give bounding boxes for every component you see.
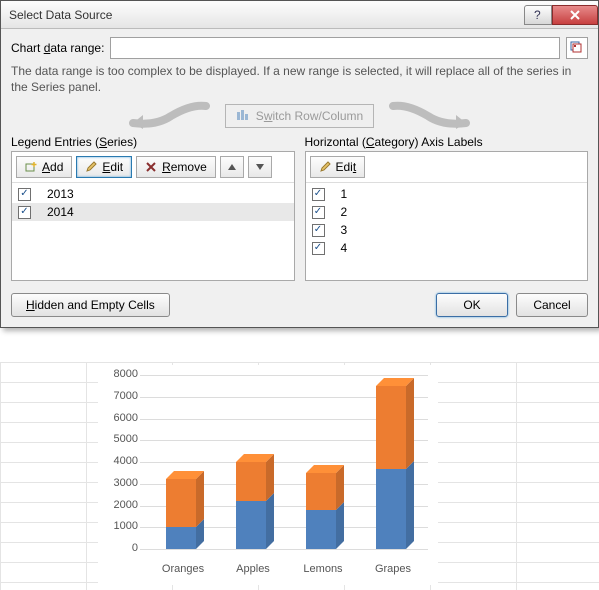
- edit-category-button[interactable]: Edit: [310, 156, 366, 178]
- ytick-label: 1000: [102, 520, 138, 532]
- legend-entries-label: Legend Entries (Series): [11, 135, 295, 149]
- series-listbox[interactable]: Add Edit Remove: [11, 151, 295, 281]
- xtick-label: Oranges: [148, 563, 218, 575]
- remove-series-button[interactable]: Remove: [136, 156, 216, 178]
- add-icon: [25, 161, 37, 173]
- ytick-label: 3000: [102, 477, 138, 489]
- bar-segment[interactable]: [236, 462, 274, 501]
- range-note-text: The data range is too complex to be disp…: [11, 63, 588, 95]
- move-down-button[interactable]: [248, 156, 272, 178]
- checkbox[interactable]: ✓: [312, 188, 325, 201]
- close-button[interactable]: [552, 5, 598, 25]
- ytick-label: 4000: [102, 455, 138, 467]
- collapse-dialog-button[interactable]: [566, 37, 588, 59]
- embedded-chart[interactable]: 0 1000 2000 3000 4000 5000 6000 7000 8000 Orange…: [98, 365, 438, 585]
- list-item-label: 1: [335, 187, 348, 201]
- bar-segment[interactable]: [376, 469, 414, 549]
- xtick-label: Grapes: [358, 563, 428, 575]
- chart-plot-area: [148, 375, 428, 549]
- bar-segment[interactable]: [166, 479, 204, 527]
- bar-segment[interactable]: [306, 473, 344, 510]
- remove-icon: [145, 161, 157, 173]
- category-listbox[interactable]: Edit ✓1✓2✓3✓4: [305, 151, 589, 281]
- list-item[interactable]: ✓ 2014: [12, 203, 294, 221]
- add-series-button[interactable]: Add: [16, 156, 72, 178]
- svg-text:?: ?: [534, 9, 541, 21]
- triangle-up-icon: [227, 162, 237, 172]
- edit-icon: [85, 161, 97, 173]
- chart-data-range-input[interactable]: [110, 37, 560, 59]
- ytick-label: 5000: [102, 433, 138, 445]
- arrow-left-icon: [121, 101, 211, 131]
- move-up-button[interactable]: [220, 156, 244, 178]
- list-item[interactable]: ✓3: [306, 221, 588, 239]
- edit-icon: [319, 161, 331, 173]
- arrow-right-icon: [388, 101, 478, 131]
- select-data-source-dialog: Select Data Source ? Chart data range: T…: [0, 0, 599, 328]
- dialog-titlebar: Select Data Source ?: [1, 1, 598, 29]
- xtick-label: Lemons: [288, 563, 358, 575]
- ytick-label: 7000: [102, 390, 138, 402]
- ytick-label: 2000: [102, 499, 138, 511]
- edit-series-button[interactable]: Edit: [76, 156, 132, 178]
- checkbox[interactable]: ✓: [18, 188, 31, 201]
- list-item[interactable]: ✓1: [306, 185, 588, 203]
- ytick-label: 8000: [102, 368, 138, 380]
- list-item[interactable]: ✓ 2013: [12, 185, 294, 203]
- bar-segment[interactable]: [376, 386, 414, 469]
- list-item[interactable]: ✓4: [306, 239, 588, 257]
- dialog-title: Select Data Source: [9, 8, 524, 22]
- bar-segment[interactable]: [306, 510, 344, 549]
- ytick-label: 6000: [102, 412, 138, 424]
- checkbox[interactable]: ✓: [312, 224, 325, 237]
- list-item-label: 4: [335, 241, 348, 255]
- category-axis-label: Horizontal (Category) Axis Labels: [305, 135, 589, 149]
- triangle-down-icon: [255, 162, 265, 172]
- ok-button[interactable]: OK: [436, 293, 508, 317]
- switch-icon: [236, 109, 250, 123]
- xtick-label: Apples: [218, 563, 288, 575]
- checkbox[interactable]: ✓: [312, 242, 325, 255]
- list-item-label: 2: [335, 205, 348, 219]
- list-item-label: 2013: [41, 187, 74, 201]
- list-item-label: 2014: [41, 205, 74, 219]
- list-item-label: 3: [335, 223, 348, 237]
- bar-segment[interactable]: [236, 501, 274, 549]
- chart-data-range-label: Chart data range:: [11, 41, 104, 55]
- help-button[interactable]: ?: [524, 5, 552, 25]
- checkbox[interactable]: ✓: [312, 206, 325, 219]
- hidden-empty-cells-button[interactable]: Hidden and Empty Cells: [11, 293, 170, 317]
- ytick-label: 0: [102, 542, 138, 554]
- switch-row-column-button: Switch Row/Column: [225, 104, 374, 128]
- bar-segment[interactable]: [166, 527, 204, 549]
- checkbox[interactable]: ✓: [18, 206, 31, 219]
- list-item[interactable]: ✓2: [306, 203, 588, 221]
- cancel-button[interactable]: Cancel: [516, 293, 588, 317]
